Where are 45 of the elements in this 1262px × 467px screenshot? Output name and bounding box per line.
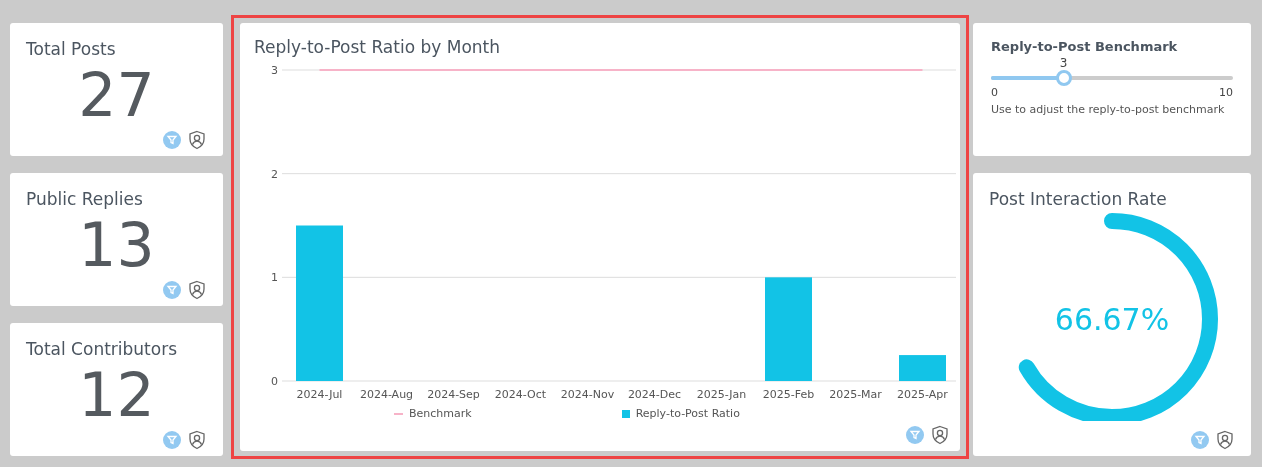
x-axis-label: 2025-Apr bbox=[897, 388, 948, 401]
slider-thumb[interactable] bbox=[1055, 70, 1072, 86]
kpi-title: Total Contributors bbox=[26, 339, 178, 359]
gauge-value: 66.67% bbox=[1054, 302, 1170, 337]
x-axis-label: 2025-Mar bbox=[829, 388, 882, 401]
x-axis-label: 2025-Feb bbox=[762, 388, 815, 401]
slider-value: 3 bbox=[1059, 56, 1068, 70]
legend-square-icon bbox=[621, 409, 630, 418]
kpi-value: 12 bbox=[77, 359, 156, 430]
filter-icon[interactable] bbox=[163, 281, 181, 299]
x-axis-label: 2024-Oct bbox=[494, 388, 547, 401]
shield-user-icon[interactable] bbox=[187, 280, 207, 300]
chart-title: Reply-to-Post Ratio by Month bbox=[254, 37, 501, 57]
x-axis-label: 2025-Jan bbox=[696, 388, 747, 401]
kpi-value: 13 bbox=[77, 209, 156, 280]
filter-icon[interactable] bbox=[163, 131, 181, 149]
legend-item: Reply-to-Post Ratio bbox=[621, 407, 740, 420]
benchmark-slider[interactable] bbox=[991, 70, 1233, 86]
y-axis-label: 1 bbox=[271, 271, 278, 285]
kpi-value: 27 bbox=[77, 59, 156, 130]
x-axis-label: 2024-Nov bbox=[560, 388, 615, 401]
x-axis-label: 2024-Jul bbox=[296, 388, 343, 401]
shield-user-icon[interactable] bbox=[187, 130, 207, 150]
kpi-title: Total Posts bbox=[26, 39, 117, 59]
shield-user-icon[interactable] bbox=[187, 430, 207, 450]
slider-caption: Use to adjust the reply-to-post benchmark bbox=[991, 103, 1226, 116]
x-axis-label: 2024-Sep bbox=[427, 388, 480, 401]
y-axis-label: 0 bbox=[271, 375, 278, 388]
x-axis-label: 2024-Aug bbox=[359, 388, 414, 401]
legend-line-icon bbox=[394, 412, 403, 415]
slider-max: 10 bbox=[1219, 86, 1233, 99]
y-axis-label: 3 bbox=[271, 64, 278, 77]
filter-icon[interactable] bbox=[906, 426, 924, 444]
shield-user-icon[interactable] bbox=[930, 425, 950, 445]
filter-icon[interactable] bbox=[163, 431, 181, 449]
shield-user-icon[interactable] bbox=[1215, 430, 1235, 450]
y-axis-label: 2 bbox=[271, 167, 278, 181]
slider-min: 0 bbox=[991, 86, 998, 99]
gauge-title: Post Interaction Rate bbox=[989, 189, 1168, 209]
kpi-title: Public Replies bbox=[26, 189, 144, 209]
benchmark-title: Reply-to-Post Benchmark bbox=[991, 39, 1179, 54]
filter-icon[interactable] bbox=[1191, 431, 1209, 449]
ratio-bar bbox=[899, 355, 946, 381]
x-axis-label: 2024-Dec bbox=[627, 388, 682, 401]
legend-item: Benchmark bbox=[394, 407, 472, 420]
